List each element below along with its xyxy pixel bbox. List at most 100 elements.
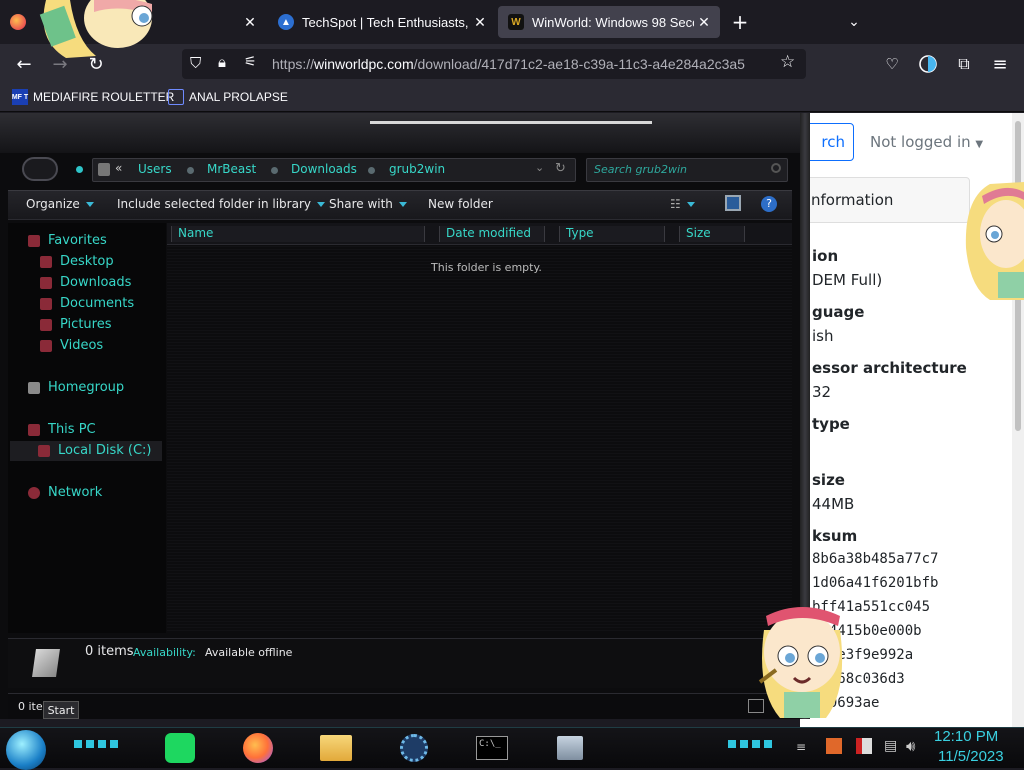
breadcrumb-grub2win[interactable]: grub2win xyxy=(389,162,445,176)
bookmark-label: ANAL PROLAPSE xyxy=(189,90,288,104)
info-label: ion xyxy=(812,247,839,265)
nav-videos[interactable]: Videos xyxy=(40,338,103,353)
tray-up-arrow-icon[interactable]: ≡ xyxy=(796,740,806,754)
computer-icon xyxy=(28,423,40,436)
winworld-icon: W xyxy=(508,14,524,30)
taskbar: C:\_ ≡ ▤ 🔊︎ 12:10 PM 11/5/2023 xyxy=(0,727,1024,770)
network-computer-taskbar-icon[interactable] xyxy=(548,730,592,766)
search-box[interactable]: Search grub2win xyxy=(586,158,788,182)
tray-action-center-icon[interactable] xyxy=(856,738,872,754)
settings-taskbar-icon[interactable] xyxy=(392,730,436,766)
drive-icon xyxy=(38,444,50,457)
techspot-icon: ▲ xyxy=(278,14,294,30)
tab-winworld[interactable]: W WinWorld: Windows 98 Second ✕ xyxy=(498,6,720,38)
clock-date[interactable]: 11/5/2023 xyxy=(938,748,1004,765)
column-size[interactable]: Size xyxy=(679,226,745,242)
extensions-icon[interactable]: ⧉ xyxy=(950,50,978,78)
help-icon[interactable]: ? xyxy=(761,196,777,212)
url-bar[interactable]: ⛉ 🔒︎ ⚟ https://winworldpc.com/download/4… xyxy=(182,49,806,79)
close-icon[interactable]: ✕ xyxy=(240,14,260,31)
info-label: essor architecture xyxy=(812,359,967,377)
info-label: type xyxy=(812,415,850,433)
network-icon xyxy=(28,486,40,499)
permissions-icon[interactable]: ⚟ xyxy=(244,54,257,70)
bookmark-second[interactable]: ANAL PROLAPSE xyxy=(168,89,288,105)
search-placeholder: Search grub2win xyxy=(594,163,688,176)
column-date-modified[interactable]: Date modified xyxy=(439,226,545,242)
breadcrumb-downloads[interactable]: Downloads xyxy=(291,162,357,176)
info-value: DEM Full) xyxy=(812,271,883,289)
list-all-tabs-icon[interactable]: ⌄ xyxy=(840,8,868,36)
history-dot-icon[interactable] xyxy=(76,166,83,173)
checksum-line: 8b6a38b485a77c7 xyxy=(812,551,939,567)
organize-button[interactable]: Organize xyxy=(26,197,94,211)
breadcrumb-mrbeast[interactable]: MrBeast xyxy=(207,162,256,176)
mediafire-icon: MF T xyxy=(12,89,28,105)
overflow-chevron-icon[interactable]: « xyxy=(115,161,122,175)
breadcrumb-separator-icon[interactable] xyxy=(368,167,375,174)
new-tab-button[interactable]: + xyxy=(726,8,754,36)
start-button[interactable] xyxy=(6,730,46,770)
nav-this-pc[interactable]: This PC xyxy=(28,422,96,437)
info-value: 32 xyxy=(812,383,832,401)
explorer-window: « Users MrBeast Downloads grub2win ⌄ ↻ S… xyxy=(0,113,810,719)
include-in-library-button[interactable]: Include selected folder in library xyxy=(117,197,325,211)
videos-icon xyxy=(40,339,52,352)
spotify-taskbar-icon[interactable] xyxy=(158,730,202,766)
view-options-icon[interactable]: ☷ xyxy=(670,197,695,211)
column-name[interactable]: Name xyxy=(171,226,425,242)
clock-time[interactable]: 12:10 PM xyxy=(934,728,998,745)
bookmark-label: MEDIAFIRE ROULETTER xyxy=(33,90,175,104)
nav-documents[interactable]: Documents xyxy=(40,296,134,311)
file-explorer-taskbar-icon[interactable] xyxy=(314,730,358,766)
menu-icon[interactable]: ≡ xyxy=(986,50,1014,78)
close-icon[interactable]: ✕ xyxy=(694,14,714,31)
tray-volume-icon[interactable]: 🔊︎ xyxy=(906,737,915,755)
close-icon[interactable]: ✕ xyxy=(470,14,490,31)
firefox-taskbar-icon[interactable] xyxy=(236,730,280,766)
bookmark-star-icon[interactable]: ☆ xyxy=(780,52,795,72)
url-text[interactable]: https://winworldpc.com/download/417d71c2… xyxy=(272,56,745,72)
preview-pane-icon[interactable] xyxy=(725,195,741,211)
nav-downloads[interactable]: Downloads xyxy=(40,275,131,290)
tab-title: TechSpot | Tech Enthusiasts, Po xyxy=(302,14,470,30)
login-dropdown[interactable]: Not logged in ▼ xyxy=(870,133,983,151)
tray-app-icon[interactable] xyxy=(826,738,842,754)
column-type[interactable]: Type xyxy=(559,226,665,242)
command-bar: Organize Include selected folder in libr… xyxy=(8,190,792,220)
back-forward-orb-icon[interactable] xyxy=(22,157,58,181)
breadcrumb-separator-icon[interactable] xyxy=(187,167,194,174)
nav-favorites[interactable]: Favorites xyxy=(28,233,107,248)
file-list[interactable]: Name Date modified Type Size This folder… xyxy=(167,223,792,633)
breadcrumb-users[interactable]: Users xyxy=(138,162,172,176)
details-pane: 0 items Availability: Available offline xyxy=(8,638,792,688)
character-sticker-top-left xyxy=(36,0,158,60)
breadcrumb-separator-icon[interactable] xyxy=(271,167,278,174)
address-bar[interactable]: « Users MrBeast Downloads grub2win ⌄ ↻ xyxy=(92,158,576,182)
pocket-icon[interactable]: ♡ xyxy=(878,50,906,78)
nav-desktop[interactable]: Desktop xyxy=(40,254,114,269)
share-with-button[interactable]: Share with xyxy=(329,197,407,211)
nav-pictures[interactable]: Pictures xyxy=(40,317,111,332)
lock-icon[interactable]: 🔒︎ xyxy=(218,53,226,71)
back-icon[interactable]: ← xyxy=(10,50,38,78)
documents-icon xyxy=(40,297,52,310)
taskbar-decoration-left xyxy=(74,740,118,748)
refresh-icon[interactable]: ↻ xyxy=(555,161,566,176)
pictures-icon xyxy=(40,318,52,331)
nav-local-disk[interactable]: Local Disk (C:) xyxy=(38,443,151,458)
start-tooltip: Start xyxy=(43,701,79,719)
bookmark-mediafire[interactable]: MF T MEDIAFIRE ROULETTER xyxy=(12,89,174,105)
new-folder-button[interactable]: New folder xyxy=(428,197,493,211)
tracking-protection-icon[interactable]: ⛉ xyxy=(190,54,201,72)
tray-network-icon[interactable]: ▤ xyxy=(884,738,897,754)
search-icon[interactable] xyxy=(771,163,781,173)
account-icon[interactable] xyxy=(914,50,942,78)
tab-techspot[interactable]: ▲ TechSpot | Tech Enthusiasts, Po ✕ xyxy=(268,6,496,38)
command-prompt-taskbar-icon[interactable]: C:\_ xyxy=(470,730,514,766)
nav-network[interactable]: Network xyxy=(28,485,102,500)
nav-homegroup[interactable]: Homegroup xyxy=(28,380,124,395)
address-dropdown-icon[interactable]: ⌄ xyxy=(535,161,544,174)
folder-location-icon xyxy=(98,163,110,176)
availability-label: Availability: xyxy=(133,646,196,659)
